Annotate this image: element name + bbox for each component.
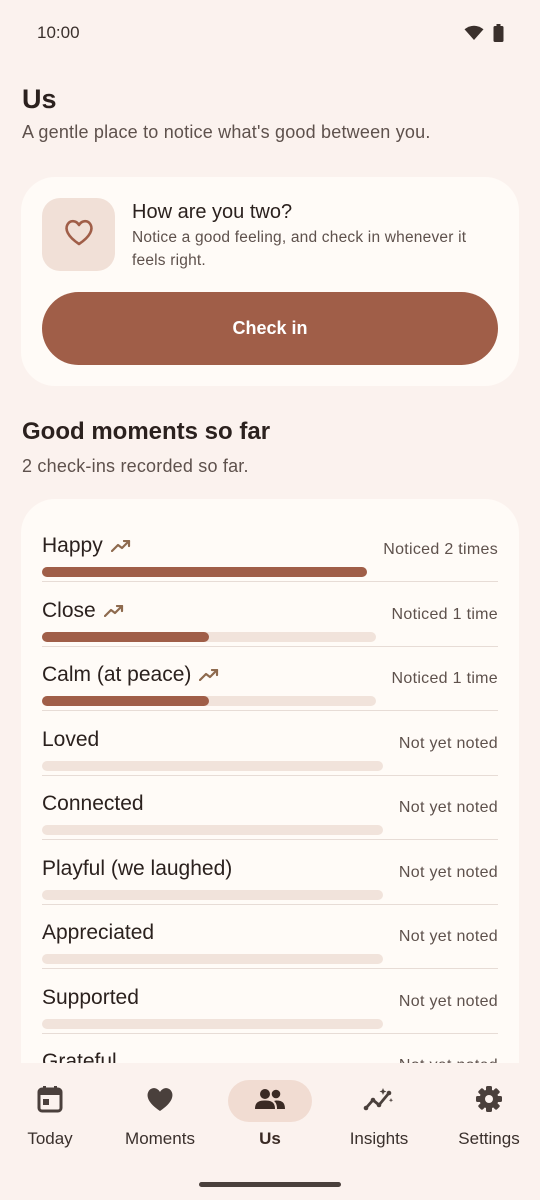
moment-count: Not yet noted — [398, 928, 498, 945]
nav-icon-container — [118, 1080, 202, 1122]
nav-label-us: Us — [259, 1129, 281, 1148]
nav-label-today: Today — [27, 1129, 73, 1148]
insights-icon — [363, 1086, 395, 1117]
nav-label-moments: Moments — [125, 1129, 195, 1148]
moment-label: Happy — [42, 534, 131, 558]
progress-track — [42, 889, 383, 900]
home-indicator — [199, 1182, 341, 1187]
checkin-description: Notice a good feeling, and check in when… — [132, 229, 467, 269]
moment-label-text: Close — [42, 598, 96, 622]
progress-fill — [42, 567, 367, 577]
moment-row: Close Noticed 1 time — [42, 583, 498, 647]
moment-label: Loved — [42, 728, 99, 752]
moment-count: Not yet noted — [398, 734, 498, 752]
moment-count: Noticed 1 time — [391, 605, 498, 623]
checkin-card: How are you two? Notice a good feeling, … — [21, 177, 519, 386]
trending-up-icon — [199, 669, 219, 681]
moment-label-text: Connected — [42, 792, 144, 815]
nav-item-moments[interactable]: Moments — [106, 1079, 214, 1159]
status-icons — [464, 24, 504, 47]
progress-track — [42, 631, 376, 642]
progress-track — [42, 567, 367, 577]
progress-track — [42, 1018, 383, 1029]
moment-count: Noticed 2 times — [383, 541, 498, 558]
status-time: 10:00 — [37, 23, 80, 42]
progress-track — [42, 825, 383, 835]
progress-track — [42, 954, 383, 964]
moment-row: Happy Noticed 2 times — [42, 518, 498, 582]
moment-label-text: Calm (at peace) — [42, 663, 192, 686]
nav-item-us[interactable]: Us — [216, 1079, 324, 1159]
moment-row: Playful (we laughed) Not yet noted — [42, 841, 498, 905]
moment-label-text: Supported — [42, 985, 139, 1009]
moment-count: Not yet noted — [398, 863, 498, 881]
moment-label: Close — [42, 599, 124, 623]
moment-label-text: Happy — [42, 534, 103, 557]
nav-label-settings: Settings — [458, 1129, 520, 1148]
wifi-icon — [464, 25, 484, 46]
calendar-icon — [37, 1085, 63, 1118]
nav-icon-container — [8, 1080, 92, 1122]
progress-fill — [42, 696, 209, 706]
moments-section-subtitle: 2 check-ins recorded so far. — [22, 456, 249, 476]
nav-icon-container — [337, 1080, 421, 1122]
moment-count: Noticed 1 time — [391, 670, 498, 687]
nav-active-indicator — [228, 1080, 312, 1122]
progress-track — [42, 760, 383, 771]
screen: 10:00 Us A gentle place to notice what's… — [0, 0, 540, 1200]
battery-icon — [493, 24, 504, 47]
moment-label-text: Playful (we laughed) — [42, 856, 233, 880]
heart-icon — [145, 1086, 175, 1117]
moment-label: Supported — [42, 986, 139, 1010]
page-title: Us — [22, 84, 57, 114]
moments-card: Happy Noticed 2 times Close Noticed 1 time C… — [21, 499, 519, 1119]
trending-up-icon — [103, 604, 124, 617]
heart-tile — [42, 198, 115, 271]
moment-label: Calm (at peace) — [42, 663, 219, 687]
moment-row: Connected Not yet noted — [42, 776, 498, 840]
page-subtitle: A gentle place to notice what's good bet… — [22, 122, 431, 142]
moment-count: Not yet noted — [398, 799, 498, 816]
moment-row: Supported Not yet noted — [42, 970, 498, 1034]
moment-label: Connected — [42, 792, 144, 816]
moment-row: Loved Not yet noted — [42, 712, 498, 776]
gear-icon — [475, 1085, 503, 1118]
moment-label: Appreciated — [42, 921, 154, 945]
nav-label-insights: Insights — [349, 1129, 409, 1148]
status-bar: 10:00 — [0, 0, 540, 66]
checkin-title: How are you two? — [132, 201, 293, 223]
check-in-button[interactable]: Check in — [42, 292, 498, 365]
moments-section-title: Good moments so far — [22, 418, 271, 445]
moment-row: Appreciated Not yet noted — [42, 905, 498, 969]
heart-outline-icon — [63, 217, 95, 252]
nav-item-settings[interactable]: Settings — [435, 1079, 540, 1159]
nav-icon-container — [447, 1080, 531, 1122]
nav-item-today[interactable]: Today — [0, 1079, 104, 1159]
moment-row: Calm (at peace) Noticed 1 time — [42, 647, 498, 711]
nav-item-insights[interactable]: Insights — [325, 1079, 433, 1159]
moment-count: Not yet noted — [398, 992, 498, 1010]
people-icon — [254, 1088, 286, 1115]
bottom-navigation: Today Moments Us Insights Settings — [0, 1063, 540, 1200]
moment-label-text: Appreciated — [42, 921, 155, 944]
progress-track — [42, 696, 376, 706]
progress-fill — [42, 631, 209, 642]
moment-label: Playful (we laughed) — [42, 857, 232, 881]
trending-up-icon — [110, 540, 131, 552]
moment-label-text: Loved — [42, 727, 100, 751]
